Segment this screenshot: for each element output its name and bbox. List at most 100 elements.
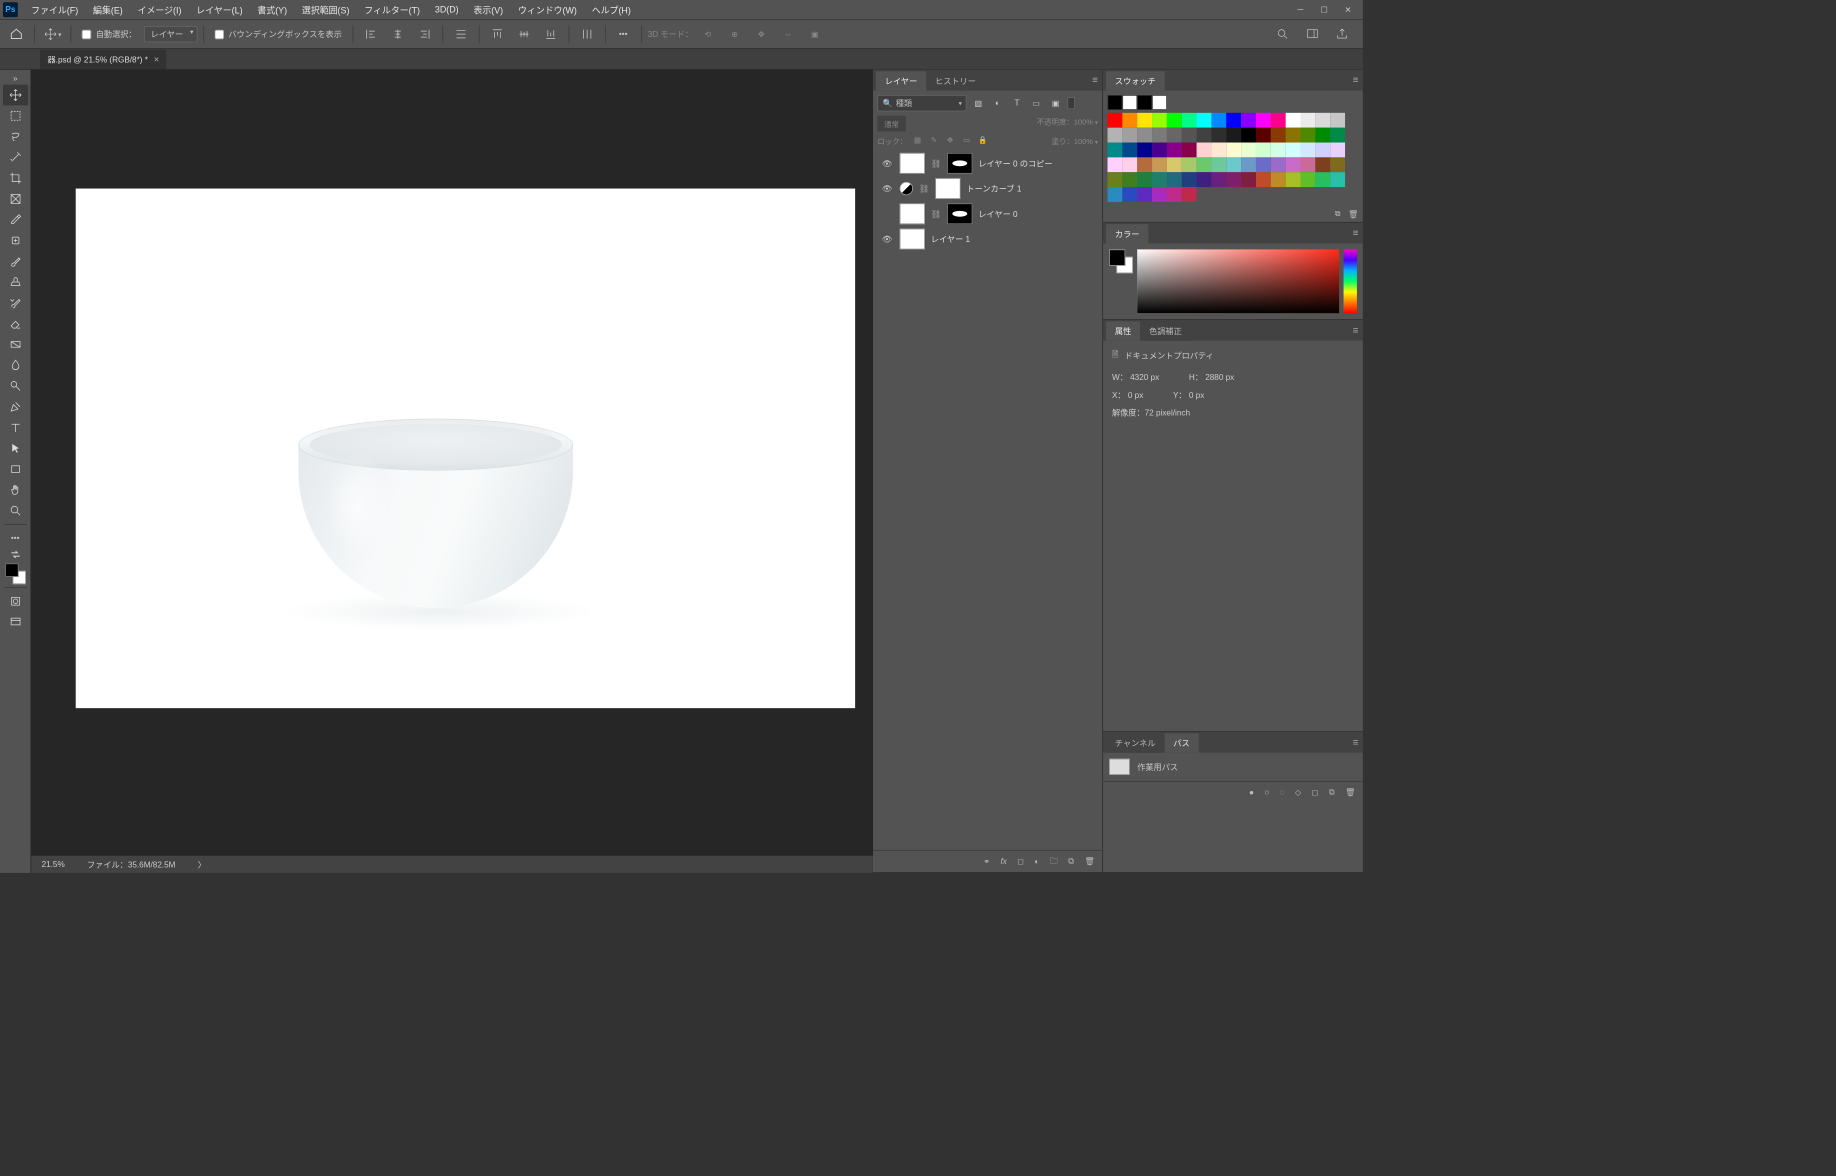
document-canvas[interactable] — [76, 189, 855, 709]
layer-thumbnail[interactable] — [900, 153, 925, 174]
swatch[interactable] — [1271, 143, 1286, 158]
hand-tool[interactable] — [3, 480, 28, 501]
layer-name[interactable]: トーンカーブ 1 — [966, 183, 1021, 195]
search-icon[interactable] — [1271, 23, 1295, 45]
swatch[interactable] — [1226, 172, 1241, 187]
swatch[interactable] — [1256, 143, 1271, 158]
swatch[interactable] — [1167, 157, 1182, 172]
gradient-tool[interactable] — [3, 334, 28, 355]
visibility-icon[interactable] — [880, 207, 893, 220]
delete-swatch-icon[interactable]: 🗑 — [1348, 209, 1358, 219]
swatch[interactable] — [1137, 172, 1152, 187]
visibility-icon[interactable]: 👁 — [880, 182, 893, 195]
swatch[interactable] — [1182, 113, 1197, 128]
filter-adjust-icon[interactable]: ◐ — [990, 96, 1005, 111]
swatch[interactable] — [1108, 95, 1123, 110]
path-item[interactable]: 作業用パス — [1106, 756, 1360, 778]
toolbar-collapse-icon[interactable]: » — [3, 73, 28, 85]
swatch[interactable] — [1167, 143, 1182, 158]
swatch[interactable] — [1108, 157, 1123, 172]
swatch[interactable] — [1108, 172, 1123, 187]
visibility-icon[interactable]: 👁 — [880, 232, 893, 245]
menu-file[interactable]: ファイル(F) — [24, 0, 86, 19]
swatch[interactable] — [1108, 128, 1123, 143]
layer-name[interactable]: レイヤー 1 — [931, 233, 970, 245]
window-close-icon[interactable]: ✕ — [1336, 0, 1360, 19]
mask-link-icon[interactable]: ⛓ — [931, 158, 941, 168]
swatch[interactable] — [1330, 172, 1345, 187]
swatch[interactable] — [1197, 157, 1212, 172]
color-swatches[interactable] — [5, 563, 26, 584]
visibility-icon[interactable]: 👁 — [880, 157, 893, 170]
new-path-icon[interactable]: ⧉ — [1329, 788, 1335, 798]
swatch[interactable] — [1152, 143, 1167, 158]
swatch[interactable] — [1315, 143, 1330, 158]
swatch[interactable] — [1241, 172, 1256, 187]
layer-thumbnail[interactable] — [900, 203, 925, 224]
filter-shape-icon[interactable]: ▭ — [1029, 96, 1044, 111]
path-to-sel-icon[interactable]: ◌ — [1280, 788, 1285, 797]
new-layer-icon[interactable]: ⧉ — [1068, 857, 1074, 867]
swatch[interactable] — [1330, 113, 1345, 128]
swatch[interactable] — [1241, 157, 1256, 172]
align-top-icon[interactable] — [485, 23, 509, 45]
swatch[interactable] — [1241, 113, 1256, 128]
workspace-icon[interactable] — [1301, 23, 1325, 45]
swatch[interactable] — [1286, 157, 1301, 172]
close-tab-icon[interactable]: × — [154, 54, 159, 64]
tab-swatches[interactable]: スウォッチ — [1106, 71, 1165, 90]
more-options-icon[interactable]: ••• — [611, 23, 635, 45]
swatch[interactable] — [1122, 157, 1137, 172]
menu-layer[interactable]: レイヤー(L) — [189, 0, 250, 19]
menu-3d[interactable]: 3D(D) — [427, 0, 466, 19]
swatch[interactable] — [1315, 157, 1330, 172]
swatch[interactable] — [1211, 157, 1226, 172]
edit-toolbar-icon[interactable]: ••• — [3, 528, 28, 549]
lock-trans-icon[interactable]: ▦ — [912, 134, 924, 146]
swatch[interactable] — [1108, 187, 1123, 202]
show-bbox-checkbox[interactable]: バウンディングボックスを表示 — [210, 28, 347, 40]
swatch[interactable] — [1137, 128, 1152, 143]
layer-mask-icon[interactable]: ◻ — [1017, 857, 1024, 867]
layer-mask[interactable] — [947, 153, 972, 174]
menu-select[interactable]: 選択範囲(S) — [294, 0, 356, 19]
lock-paint-icon[interactable]: ✎ — [928, 134, 940, 146]
fill-value[interactable]: 100% — [1074, 138, 1093, 146]
swatch[interactable] — [1197, 143, 1212, 158]
swatch[interactable] — [1271, 113, 1286, 128]
swatch[interactable] — [1182, 187, 1197, 202]
quick-mask-icon[interactable] — [3, 591, 28, 612]
filter-pixel-icon[interactable]: ▧ — [971, 96, 986, 111]
swatch[interactable] — [1315, 113, 1330, 128]
swatch[interactable] — [1211, 128, 1226, 143]
swatch[interactable] — [1152, 128, 1167, 143]
marquee-tool[interactable] — [3, 105, 28, 126]
swatch[interactable] — [1256, 157, 1271, 172]
swatch[interactable] — [1211, 113, 1226, 128]
status-info[interactable]: ファイル：35.6M/82.5M — [87, 858, 175, 870]
swatch[interactable] — [1301, 172, 1316, 187]
layer-row[interactable]: 👁 レイヤー 1 — [877, 226, 1097, 251]
swatch[interactable] — [1301, 157, 1316, 172]
magic-wand-tool[interactable] — [3, 147, 28, 168]
distribute-icon[interactable] — [449, 23, 473, 45]
clone-stamp-tool[interactable] — [3, 272, 28, 293]
swatch[interactable] — [1286, 143, 1301, 158]
swatch[interactable] — [1226, 143, 1241, 158]
swatch[interactable] — [1167, 113, 1182, 128]
mask-link-icon[interactable]: ⛓ — [919, 184, 929, 194]
share-icon[interactable] — [1330, 23, 1354, 45]
tab-history[interactable]: ヒストリー — [926, 71, 985, 90]
swatch[interactable] — [1152, 113, 1167, 128]
status-zoom[interactable]: 21.5% — [42, 860, 65, 869]
menu-edit[interactable]: 編集(E) — [86, 0, 131, 19]
auto-select-target[interactable]: レイヤー — [144, 26, 197, 42]
swatch[interactable] — [1197, 113, 1212, 128]
sel-to-path-icon[interactable]: ◇ — [1295, 788, 1301, 798]
menu-view[interactable]: 表示(V) — [466, 0, 511, 19]
swatch[interactable] — [1122, 113, 1137, 128]
tab-adjustments[interactable]: 色調補正 — [1140, 321, 1190, 340]
swatch[interactable] — [1330, 157, 1345, 172]
swatch[interactable] — [1197, 128, 1212, 143]
window-minimize-icon[interactable]: ─ — [1289, 0, 1313, 19]
